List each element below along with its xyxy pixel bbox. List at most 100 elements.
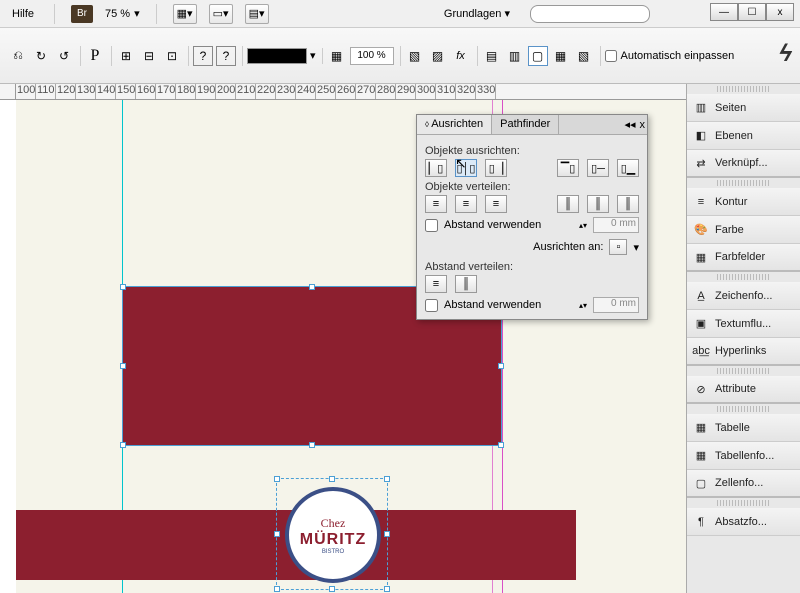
distribute-vspace-button[interactable]: ≡ [425,275,447,293]
collapse-icon[interactable]: ◂◂ [624,118,635,131]
label-distribute-spacing: Abstand verteilen: [425,261,639,273]
flip-h-icon[interactable]: ⎌ [8,46,28,66]
tool-icon[interactable]: ⊞ [116,46,136,66]
align-to-button[interactable]: ▫ [609,239,627,255]
window-maximize-button[interactable]: ☐ [738,3,766,21]
panel-zellenfo[interactable]: ▢Zellenfo... [687,470,800,498]
selection-handle[interactable] [329,586,335,592]
selection-handle[interactable] [384,586,390,592]
distribute-bottom-button[interactable]: ≡ [485,195,507,213]
distribute-vcenter-button[interactable]: ≡ [455,195,477,213]
tool-icon[interactable]: ⊟ [139,46,159,66]
panel-verknupf[interactable]: ⇄Verknüpf... [687,150,800,178]
panel-kontur[interactable]: ≡Kontur [687,188,800,216]
use-spacing2-checkbox[interactable] [425,299,438,312]
help-icon[interactable]: ? [216,46,236,66]
wrap-selected-icon[interactable]: ▢ [528,46,548,66]
distribute-hcenter-button[interactable]: ║ [587,195,609,213]
panel-grip[interactable] [717,500,770,506]
wrap-icon[interactable]: ▧ [574,46,594,66]
help-icon[interactable]: ? [193,46,213,66]
fx-icon[interactable]: fx [451,46,471,66]
stroke-icon: ≡ [693,195,709,209]
panel-tabellenfo[interactable]: ▦Tabellenfo... [687,442,800,470]
panel-hyperlinks[interactable]: ab͟cHyperlinks [687,338,800,366]
effect-icon[interactable]: ▧ [405,46,425,66]
auto-fit-checkbox[interactable]: Automatisch einpassen [605,50,735,62]
window-close-button[interactable]: x [766,3,794,21]
wrap-icon[interactable]: ▤ [482,46,502,66]
align-hcenter-button[interactable]: ▯│▯ [455,159,477,177]
selection-handle[interactable] [498,363,504,369]
panel-ebenen[interactable]: ◧Ebenen [687,122,800,150]
opacity-icon[interactable]: ▦ [327,46,347,66]
spacing-value[interactable]: 0 mm [593,217,639,233]
tab-pathfinder[interactable]: Pathfinder [492,115,559,134]
lightning-icon[interactable]: ϟ [779,40,792,68]
selection-handle[interactable] [498,442,504,448]
align-vcenter-button[interactable]: ▯─ [587,159,609,177]
logo-badge[interactable]: Chez MÜRITZ BISTRO [285,487,381,583]
align-right-button[interactable]: ▯▕ [485,159,507,177]
panel-grip[interactable] [717,180,770,186]
selection-handle[interactable] [384,476,390,482]
workspace-switcher[interactable]: Grundlagen ▾ [444,7,510,20]
fill-swatch[interactable] [247,48,307,64]
panel-grip[interactable] [717,86,770,92]
logo-group-selection[interactable]: Chez MÜRITZ BISTRO [276,478,388,590]
selection-handle[interactable] [120,442,126,448]
panel-zeichen[interactable]: A̲Zeichenfo... [687,282,800,310]
selection-handle[interactable] [274,531,280,537]
selection-handle[interactable] [120,363,126,369]
distribute-top-button[interactable]: ≡ [425,195,447,213]
panel-textumflu[interactable]: ▣Textumflu... [687,310,800,338]
selection-handle[interactable] [120,284,126,290]
search-input[interactable] [530,5,650,23]
wrap-icon[interactable]: ▦ [551,46,571,66]
tab-ausrichten[interactable]: ◊ Ausrichten [417,115,492,134]
ruler-origin[interactable] [0,84,16,100]
selection-handle[interactable] [274,586,280,592]
selection-handle[interactable] [274,476,280,482]
rotate-ccw-icon[interactable]: ↺ [54,46,74,66]
menu-help[interactable]: Hilfe [8,6,38,22]
autofit-check[interactable] [605,50,617,62]
panel-farbe[interactable]: 🎨Farbe [687,216,800,244]
screen-mode-button[interactable]: ▭▾ [209,4,233,24]
align-panel[interactable]: ◊ Ausrichten Pathfinder ◂◂x Objekte ausr… [416,114,648,320]
rotate-cw-icon[interactable]: ↻ [31,46,51,66]
shadow-icon[interactable]: ▨ [428,46,448,66]
spacing2-value[interactable]: 0 mm [593,297,639,313]
panel-grip[interactable] [717,406,770,412]
zoom-level[interactable]: 75 % ▾ [105,7,140,20]
panel-grip[interactable] [717,274,770,280]
paragraph-icon[interactable]: P [85,46,105,66]
selection-handle[interactable] [309,442,315,448]
panel-farbfelder[interactable]: ▦Farbfelder [687,244,800,272]
panel-grip[interactable] [717,368,770,374]
panel-attribute[interactable]: ⊘Attribute [687,376,800,404]
selection-handle[interactable] [329,476,335,482]
panel-seiten[interactable]: ▥Seiten [687,94,800,122]
align-left-button[interactable]: ▏▯ [425,159,447,177]
panel-menu[interactable]: ◂◂ x [622,115,647,134]
selection-handle[interactable] [309,284,315,290]
arrange-button[interactable]: ▤▾ [245,4,269,24]
table-icon: ▦ [693,421,709,435]
window-minimize-button[interactable]: — [710,3,738,21]
view-options-button[interactable]: ▦▾ [173,4,197,24]
distribute-hspace-button[interactable]: ║ [455,275,477,293]
close-icon[interactable]: x [640,119,646,131]
align-bottom-button[interactable]: ▯▁ [617,159,639,177]
bridge-button[interactable]: Br [71,5,93,23]
panel-absatzfo[interactable]: ¶Absatzfo... [687,508,800,536]
use-spacing-checkbox[interactable] [425,219,438,232]
distribute-left-button[interactable]: ║ [557,195,579,213]
distribute-right-button[interactable]: ║ [617,195,639,213]
selection-handle[interactable] [384,531,390,537]
tool-icon[interactable]: ⊡ [162,46,182,66]
wrap-icon[interactable]: ▥ [505,46,525,66]
align-top-button[interactable]: ▔▯ [557,159,579,177]
panel-tabelle[interactable]: ▦Tabelle [687,414,800,442]
opacity-input[interactable] [350,47,394,65]
